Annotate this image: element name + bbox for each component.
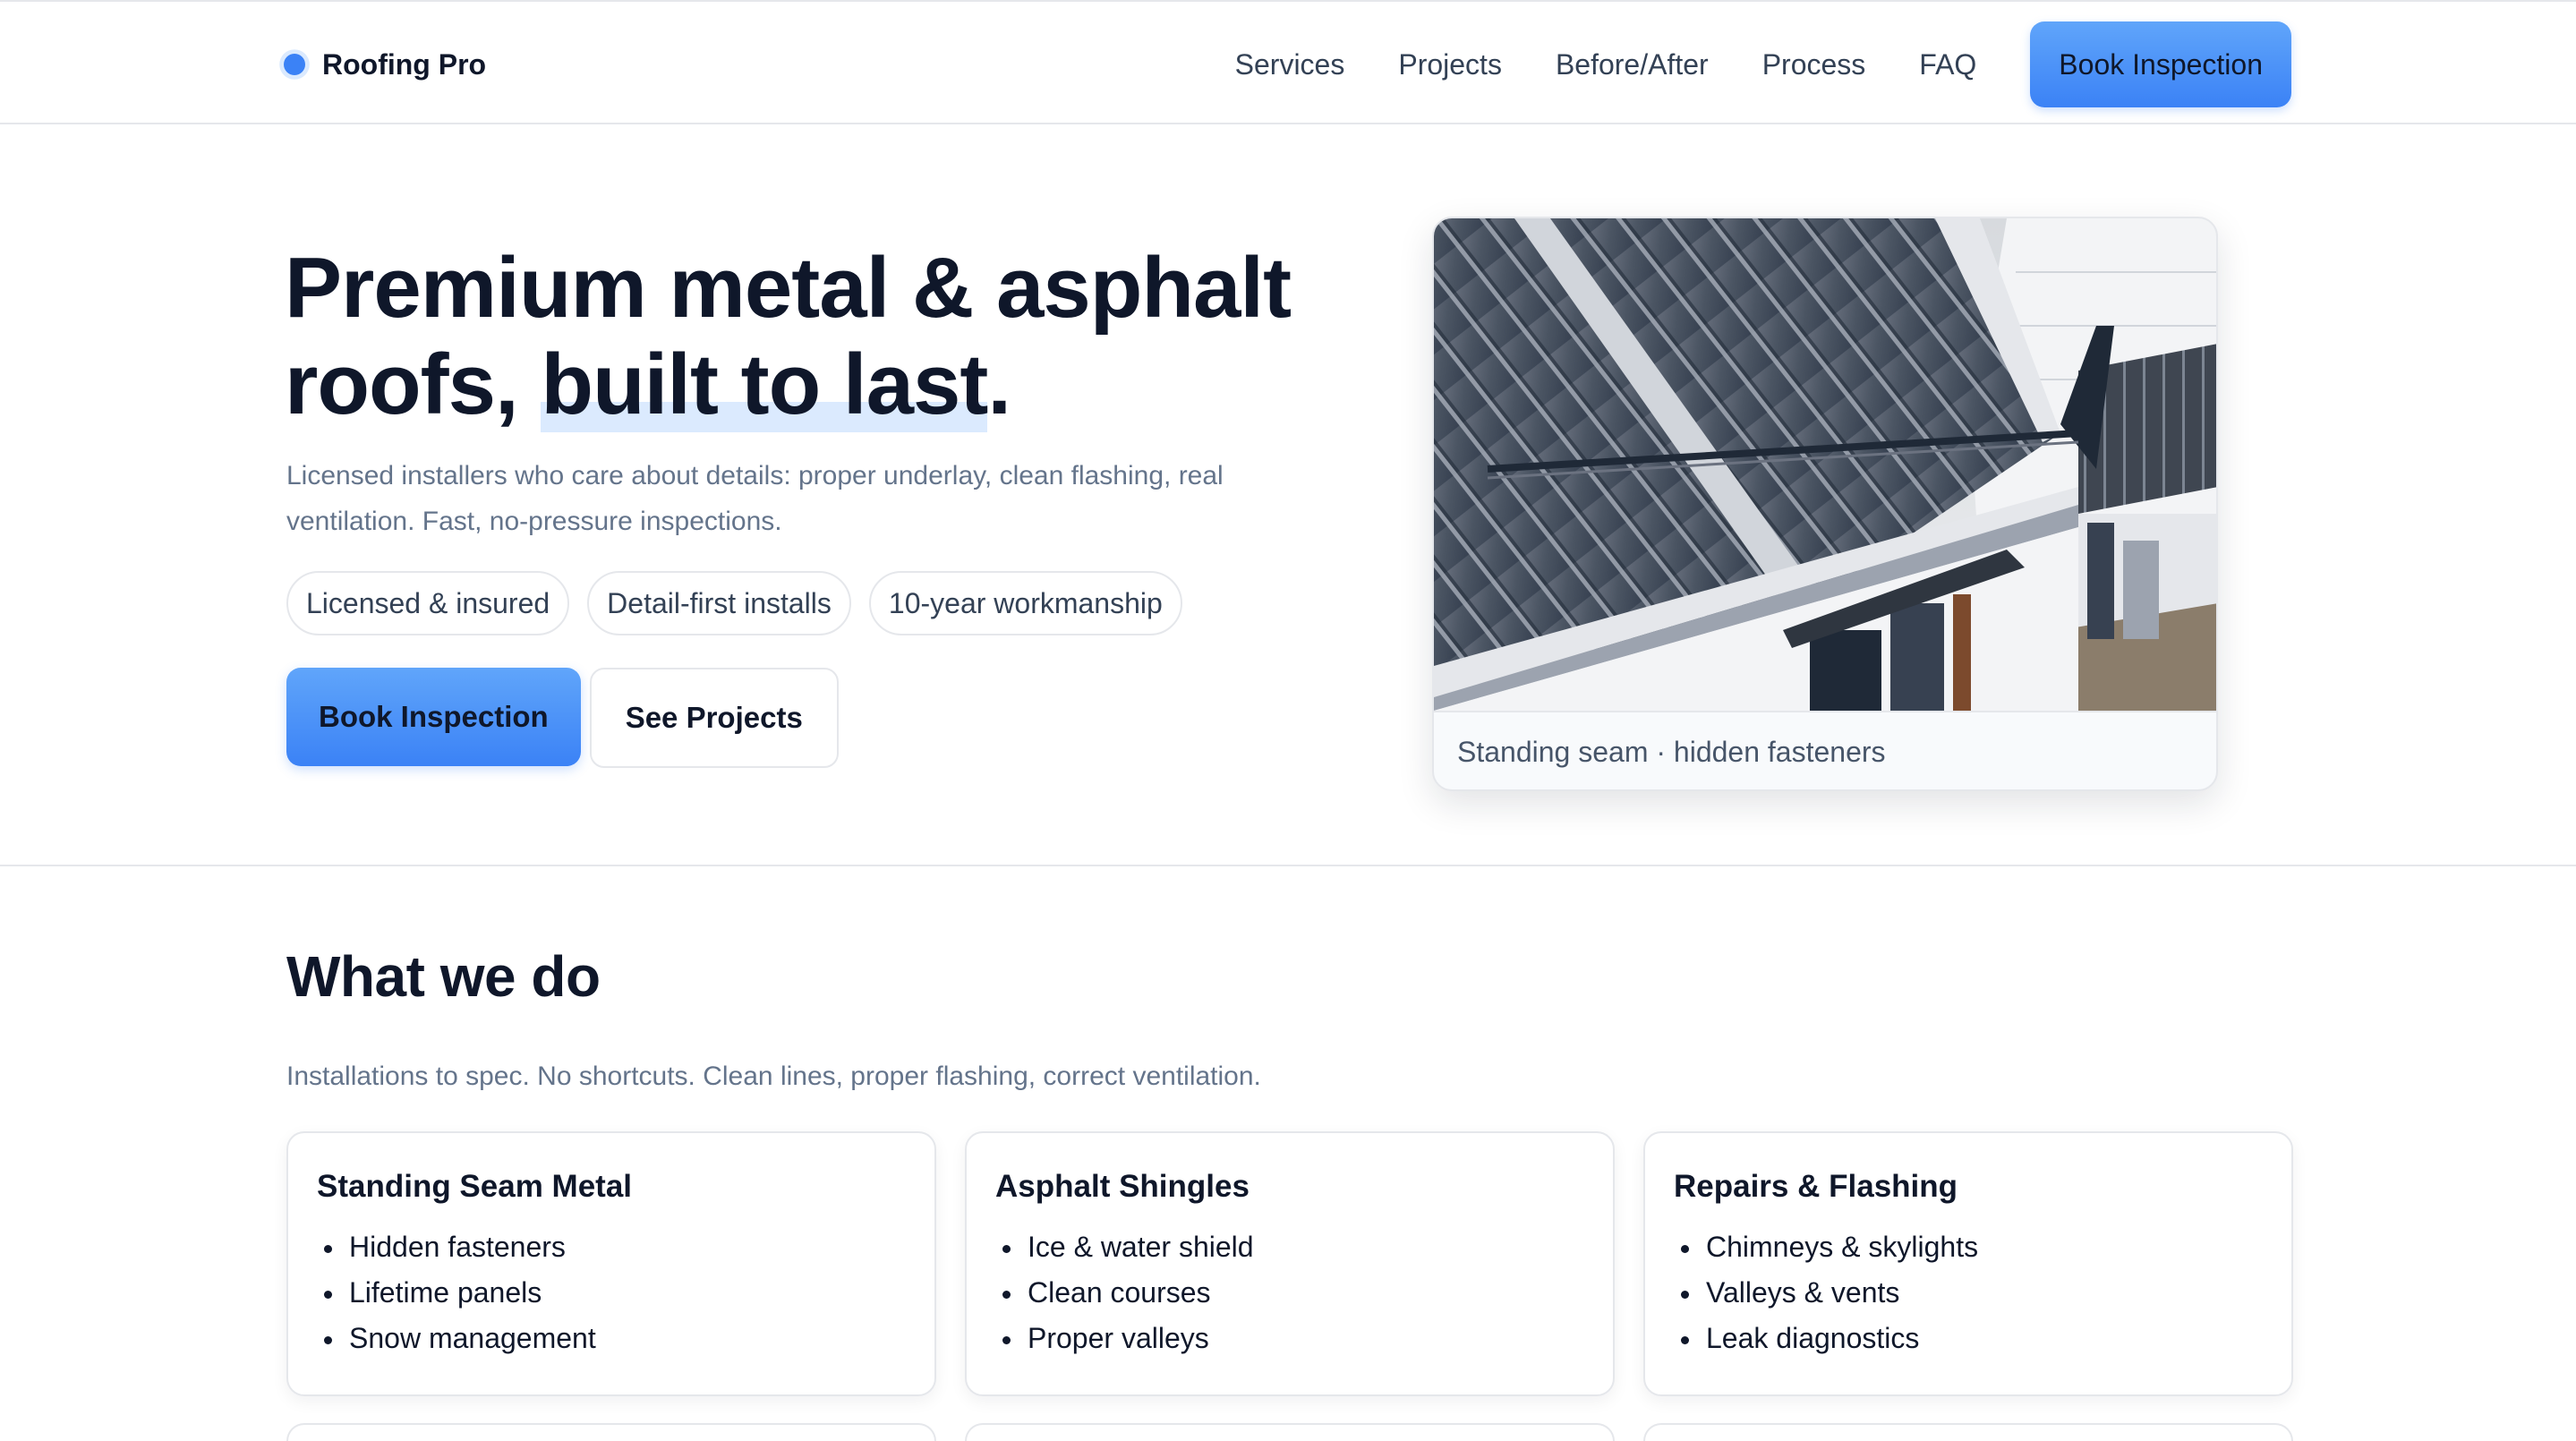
- main-nav: Services Projects Before/After Process F…: [1235, 21, 2291, 107]
- list-item: Leak diagnostics: [1674, 1316, 2263, 1361]
- see-projects-button[interactable]: See Projects: [589, 668, 839, 768]
- nav-link-services[interactable]: Services: [1235, 48, 1345, 81]
- brand-logo[interactable]: Roofing Pro: [281, 45, 486, 84]
- brand-dot-icon: [284, 54, 305, 75]
- hero-subtitle: Licensed installers who care about detai…: [286, 461, 1224, 536]
- services-title: What we do: [286, 944, 601, 1009]
- hero-title: Premium metal & asphalt roofs, built to …: [285, 240, 1359, 433]
- nav-link-faq[interactable]: FAQ: [1919, 48, 1976, 81]
- services-cards: Standing Seam Metal Hidden fasteners Lif…: [286, 1131, 2293, 1396]
- section-divider: [0, 865, 2576, 866]
- list-item: Snow management: [317, 1316, 906, 1361]
- list-item: Lifetime panels: [317, 1270, 906, 1316]
- pill-detail-first: Detail-first installs: [587, 571, 851, 635]
- list-item: Proper valleys: [995, 1316, 1584, 1361]
- card-title: Repairs & Flashing: [1674, 1169, 1958, 1204]
- card-list: Ice & water shield Clean courses Proper …: [995, 1224, 1584, 1361]
- hero-title-end: .: [987, 337, 1011, 432]
- book-inspection-button[interactable]: Book Inspection: [286, 668, 581, 766]
- service-card-standing-seam[interactable]: Standing Seam Metal Hidden fasteners Lif…: [286, 1131, 936, 1396]
- pill-licensed: Licensed & insured: [286, 571, 570, 635]
- header-book-inspection-button[interactable]: Book Inspection: [2030, 21, 2291, 107]
- card-title: Standing Seam Metal: [317, 1169, 633, 1204]
- nav-link-process[interactable]: Process: [1762, 48, 1866, 81]
- card-list: Chimneys & skylights Valleys & vents Lea…: [1674, 1224, 2263, 1361]
- list-item: Chimneys & skylights: [1674, 1224, 2263, 1270]
- hero-cta-row: Book Inspection See Projects: [286, 668, 839, 768]
- hero-image-card: Standing seam · hidden fasteners: [1432, 217, 2218, 791]
- trust-pills: Licensed & insured Detail-first installs…: [286, 571, 1182, 635]
- hero-image-caption: Standing seam · hidden fasteners: [1434, 711, 2216, 789]
- pill-workmanship: 10-year workmanship: [868, 571, 1182, 635]
- brand-name: Roofing Pro: [322, 47, 487, 81]
- list-item: Hidden fasteners: [317, 1224, 906, 1270]
- card-stub: [286, 1423, 936, 1441]
- card-stub: [1643, 1423, 2293, 1441]
- card-list: Hidden fasteners Lifetime panels Snow ma…: [317, 1224, 906, 1361]
- roof-photo: [1434, 218, 2216, 711]
- card-title: Asphalt Shingles: [995, 1169, 1250, 1204]
- hero-title-line1: Premium metal & asphalt: [285, 240, 1292, 336]
- list-item: Valleys & vents: [1674, 1270, 2263, 1316]
- card-stub: [965, 1423, 1615, 1441]
- list-item: Ice & water shield: [995, 1224, 1584, 1270]
- service-card-asphalt[interactable]: Asphalt Shingles Ice & water shield Clea…: [965, 1131, 1615, 1396]
- services-cards-next-row: [286, 1423, 2293, 1441]
- site-header: Roofing Pro Services Projects Before/Aft…: [0, 0, 2576, 124]
- services-subtitle: Installations to spec. No shortcuts. Cle…: [286, 1062, 1261, 1091]
- hero-title-highlight: built to last: [541, 337, 988, 432]
- list-item: Clean courses: [995, 1270, 1584, 1316]
- hero-title-line2: roofs,: [285, 337, 542, 432]
- nav-link-before-after[interactable]: Before/After: [1556, 48, 1709, 81]
- nav-link-projects[interactable]: Projects: [1398, 48, 1502, 81]
- service-card-repairs[interactable]: Repairs & Flashing Chimneys & skylights …: [1643, 1131, 2293, 1396]
